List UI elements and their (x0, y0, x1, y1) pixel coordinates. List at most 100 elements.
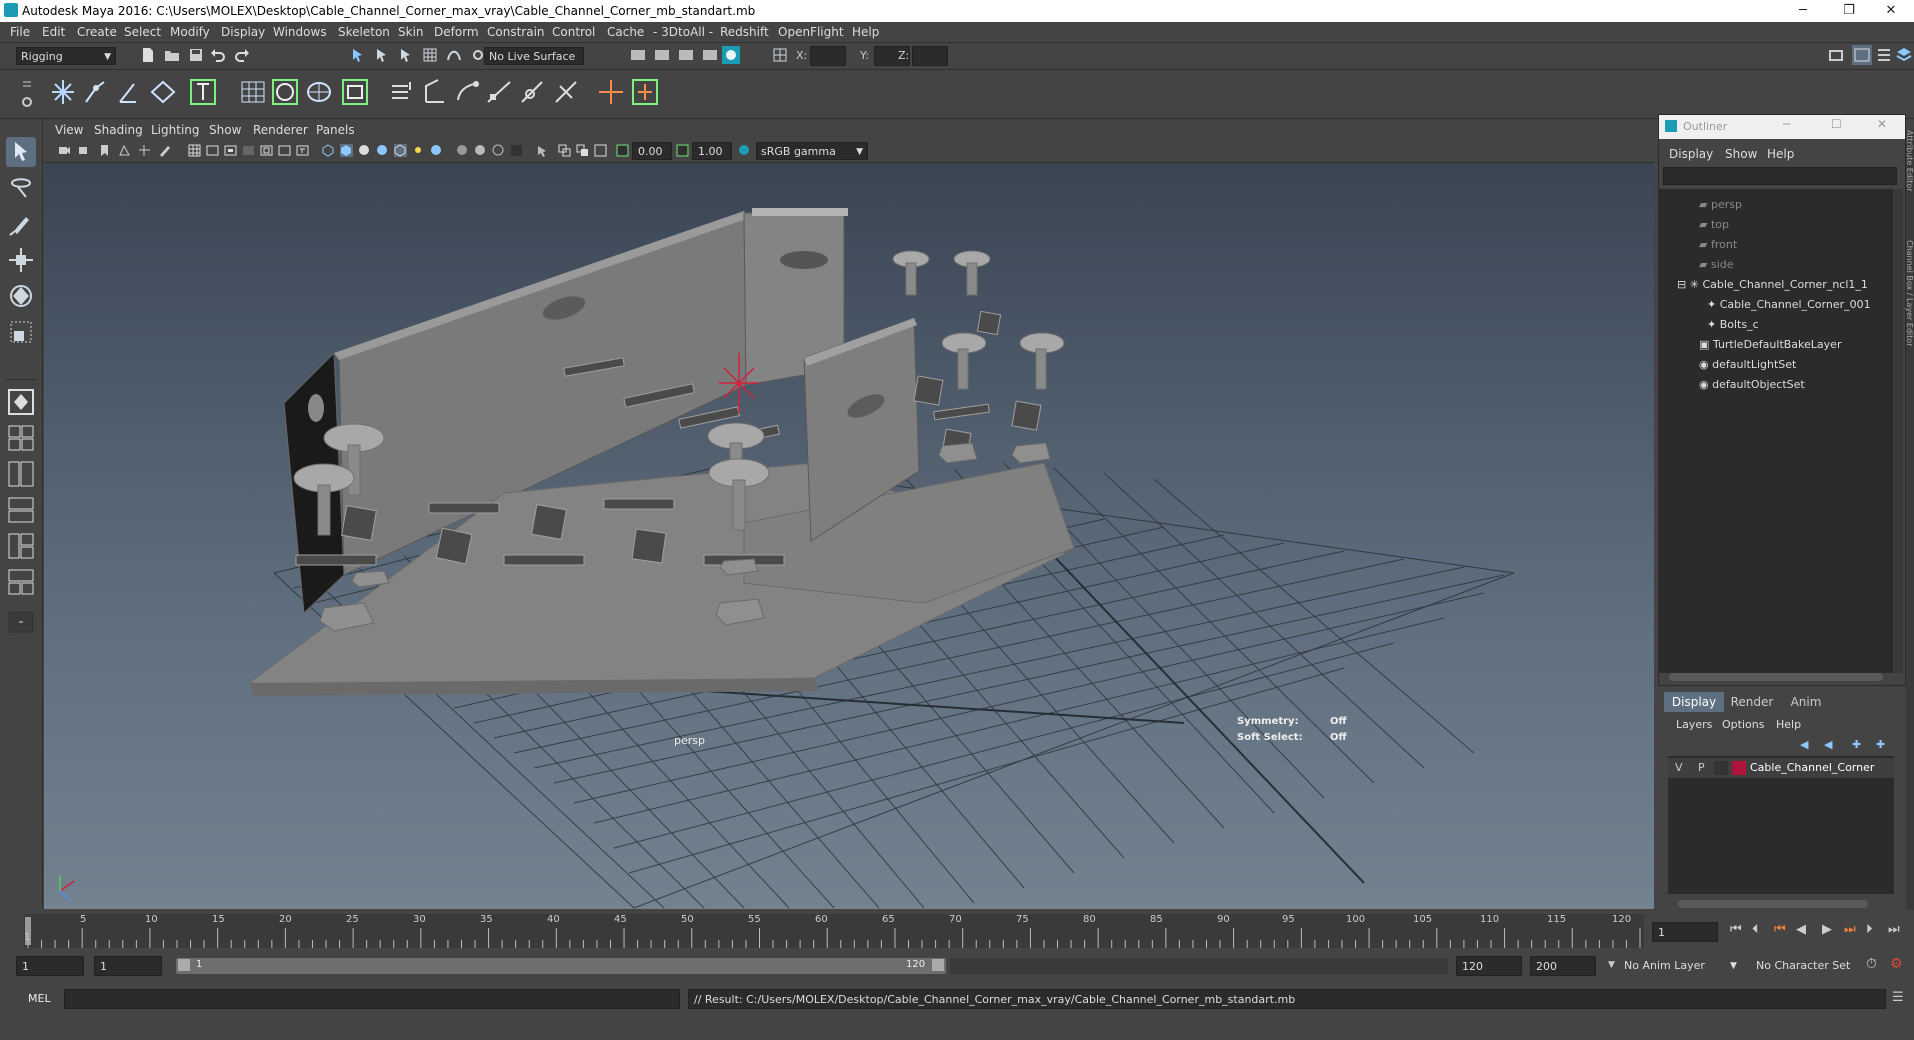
move-tool-icon[interactable] (6, 245, 36, 275)
step-forward-frame-icon[interactable]: ⏵ (1866, 922, 1873, 937)
select-tool-icon[interactable] (6, 137, 36, 167)
motion-blur-icon[interactable] (474, 144, 487, 157)
outliner-horizontal-scrollbar[interactable] (1669, 673, 1883, 681)
outliner-menu-help[interactable]: Help (1767, 147, 1794, 161)
pole-vector-icon[interactable] (552, 76, 582, 108)
chevron-down-icon[interactable]: ▼ (1608, 960, 1615, 970)
camera-attributes-icon[interactable] (58, 144, 71, 157)
outliner-close-button[interactable]: ✕ (1877, 117, 1887, 131)
resolution-gate-icon[interactable] (224, 144, 237, 157)
create-layer-from-selected-icon[interactable]: ✚ (1876, 738, 1885, 751)
menu-file[interactable]: File (10, 25, 30, 39)
ik-spline-icon[interactable] (112, 76, 142, 108)
tab-anim[interactable]: Anim (1780, 692, 1832, 712)
command-language-toggle[interactable]: MEL (28, 992, 51, 1005)
modeling-toolkit-icon[interactable] (1828, 47, 1844, 63)
grid-toggle-icon[interactable] (188, 144, 201, 157)
menu-set-dropdown[interactable]: Rigging ▼ (16, 47, 116, 65)
step-forward-key-icon[interactable]: ⏭ (1844, 922, 1856, 937)
step-back-frame-icon[interactable]: ⏴ (1752, 922, 1759, 937)
menu-skin[interactable]: Skin (398, 25, 424, 39)
sculpt-deformer-icon[interactable] (304, 76, 334, 108)
animation-end-field[interactable]: 200 (1530, 956, 1596, 976)
move-layer-up-icon[interactable]: ◀ (1800, 738, 1808, 751)
outliner-item-top[interactable]: ▰ top (1699, 215, 1729, 235)
safe-action-icon[interactable] (278, 144, 291, 157)
transform-constraint-icon[interactable] (772, 47, 788, 63)
shelf-options-icon[interactable] (20, 78, 34, 112)
lattice-icon[interactable] (238, 76, 268, 108)
menu-3dtoall[interactable]: - 3DtoAll - (653, 25, 713, 39)
close-button[interactable]: ✕ (1868, 0, 1914, 22)
animation-start-field[interactable]: 1 (16, 956, 84, 976)
gate-mask-icon[interactable] (242, 144, 255, 157)
tab-render[interactable]: Render (1724, 692, 1780, 712)
scale-tool-icon[interactable] (6, 317, 36, 347)
layer-color-swatch[interactable] (1732, 761, 1746, 775)
outliner-maximize-button[interactable]: ☐ (1831, 117, 1842, 131)
wireframe-icon[interactable] (322, 144, 335, 157)
playback-start-field[interactable]: 1 (94, 956, 162, 976)
create-empty-layer-icon[interactable]: ✚ (1852, 738, 1861, 751)
tool-settings-toggle-icon[interactable] (1876, 47, 1892, 63)
menu-deform[interactable]: Deform (434, 25, 479, 39)
open-scene-icon[interactable] (164, 47, 180, 63)
outliner-item-persp[interactable]: ▰ persp (1699, 195, 1742, 215)
layer-menu-help[interactable]: Help (1776, 718, 1801, 731)
use-all-lights-icon[interactable] (412, 144, 425, 157)
menu-display[interactable]: Display (221, 25, 265, 39)
bookmark-icon[interactable] (98, 144, 111, 157)
current-frame-field[interactable]: 1 (1652, 922, 1718, 942)
point-constraint-icon[interactable] (388, 76, 418, 108)
four-view-layout-icon[interactable] (6, 423, 36, 453)
parent-constraint-icon[interactable] (518, 76, 548, 108)
layer-name[interactable]: Cable_Channel_Corner (1750, 761, 1874, 774)
channel-box-tab[interactable]: Channel Box / Layer Editor (1905, 240, 1914, 347)
go-to-start-icon[interactable]: ⏮ (1730, 922, 1742, 937)
layer-horizontal-scrollbar[interactable] (1678, 900, 1868, 908)
menu-windows[interactable]: Windows (273, 25, 327, 39)
layer-playback-toggle[interactable]: P (1698, 761, 1705, 774)
script-editor-icon[interactable]: ☰ (1892, 990, 1904, 1005)
tab-display[interactable]: Display (1664, 692, 1724, 712)
ik-handle-icon[interactable] (80, 76, 110, 108)
film-gate-icon[interactable] (206, 144, 219, 157)
blend-shape-icon[interactable] (340, 76, 370, 108)
isolate-select-icon[interactable] (536, 144, 549, 157)
outliner-menu-display[interactable]: Display (1669, 147, 1713, 161)
skin-bind-icon[interactable] (148, 76, 178, 108)
redshift-render-icon[interactable] (722, 46, 740, 64)
shadows-icon[interactable] (430, 144, 443, 157)
select-hierarchy-icon[interactable] (350, 47, 366, 63)
layer-menu-options[interactable]: Options (1722, 718, 1764, 731)
paint-select-tool-icon[interactable] (6, 209, 36, 239)
undo-icon[interactable] (210, 47, 226, 63)
outliner-layout-icon[interactable] (6, 567, 36, 597)
outliner-item-light-set[interactable]: ◉ defaultLightSet (1699, 355, 1796, 375)
outliner-vertical-scrollbar[interactable] (1893, 189, 1903, 673)
layer-row[interactable]: V P Cable_Channel_Corner (1668, 758, 1894, 778)
menu-openflight[interactable]: OpenFlight (778, 25, 844, 39)
outliner-item-turtle-layer[interactable]: ▣ TurtleDefaultBakeLayer (1699, 335, 1841, 355)
depth-of-field-icon[interactable] (510, 144, 523, 157)
outliner-search-field[interactable] (1663, 167, 1897, 185)
locator-icon[interactable] (596, 76, 626, 108)
smooth-shade-icon[interactable] (340, 144, 353, 157)
z-coordinate-field[interactable] (912, 46, 948, 66)
textured-icon[interactable] (376, 144, 389, 157)
hypershade-icon[interactable] (702, 47, 718, 63)
screen-space-ao-icon[interactable] (456, 144, 469, 157)
outliner-minimize-button[interactable]: ─ (1783, 117, 1790, 131)
range-start-handle[interactable] (178, 959, 190, 971)
xray-icon[interactable] (558, 144, 571, 157)
more-layouts-icon[interactable] (6, 609, 36, 635)
create-joint-icon[interactable] (48, 76, 78, 108)
live-surface-field[interactable]: No Live Surface (484, 47, 584, 65)
outliner-item-side[interactable]: ▰ side (1699, 255, 1734, 275)
menu-create[interactable]: Create (77, 25, 117, 39)
range-slider-bar[interactable]: 1 120 (176, 958, 946, 974)
character-set-dropdown[interactable]: No Character Set (1756, 956, 1866, 976)
select-component-icon[interactable] (398, 47, 414, 63)
menu-select[interactable]: Select (124, 25, 161, 39)
menu-edit[interactable]: Edit (42, 25, 65, 39)
